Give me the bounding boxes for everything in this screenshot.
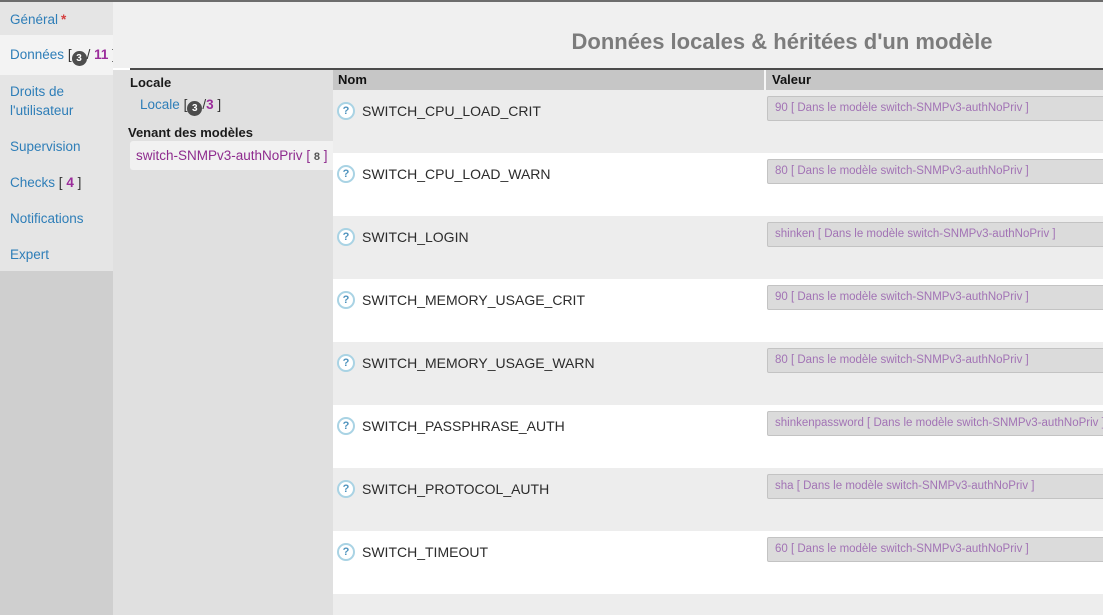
bracket-open: [ (68, 47, 72, 62)
bracket-open: [ (59, 175, 63, 190)
variable-name: SWITCH_MEMORY_USAGE_WARN (362, 355, 595, 371)
next-row-clipped (333, 594, 1103, 615)
help-icon[interactable]: ? (337, 102, 355, 120)
sidebar-item-label: Droits de l'utilisateur (10, 84, 73, 118)
variable-name: SWITCH_PASSPHRASE_AUTH (362, 418, 565, 434)
variable-name: SWITCH_PROTOCOL_AUTH (362, 481, 549, 497)
help-icon[interactable]: ? (337, 480, 355, 498)
variable-name: SWITCH_MEMORY_USAGE_CRIT (362, 292, 585, 308)
variable-name: SWITCH_CPU_LOAD_CRIT (362, 103, 541, 119)
total-count: 3 (206, 97, 214, 112)
total-count: 11 (94, 47, 108, 62)
slash: / (87, 47, 91, 62)
help-icon[interactable]: ? (337, 354, 355, 372)
variable-value-field[interactable]: shinkenpassword [ Dans le modèle switch-… (767, 411, 1103, 436)
column-header-nom: Nom (333, 70, 764, 90)
config-screen: Général* Données [3/ 11 ] Droits de l'ut… (0, 0, 1103, 615)
bracket-close: ] (324, 148, 328, 163)
variable-name: SWITCH_CPU_LOAD_WARN (362, 166, 551, 182)
variable-value-field[interactable]: 80 [ Dans le modèle switch-SNMPv3-authNo… (767, 348, 1103, 373)
variable-name: SWITCH_TIMEOUT (362, 544, 488, 560)
model-count: 8 (314, 151, 320, 163)
count-badge: 3 (187, 101, 202, 116)
variable-value-field[interactable]: shinken [ Dans le modèle switch-SNMPv3-a… (767, 222, 1103, 247)
table-row: ? SWITCH_TIMEOUT 60 [ Dans le modèle switc… (333, 531, 1103, 594)
required-asterisk: * (61, 12, 66, 27)
model-label: switch-SNMPv3-authNoPriv (136, 148, 303, 163)
table-row: ? SWITCH_MEMORY_USAGE_WARN 80 [ Dans le mo… (333, 342, 1103, 405)
count-badge: 3 (72, 51, 87, 66)
local-section-header: Locale (130, 75, 171, 90)
sidebar-item-label: Notifications (10, 211, 84, 226)
bracket-close: ] (78, 175, 82, 190)
table-row: ? SWITCH_LOGIN shinken [ Dans le modèle sw… (333, 216, 1103, 279)
column-header-valeur: Valeur (766, 70, 1103, 90)
bracket-close: ] (217, 97, 221, 112)
variable-name: SWITCH_LOGIN (362, 229, 469, 245)
total-count: 4 (66, 175, 74, 190)
local-link-label: Locale (140, 97, 180, 112)
sidebar-item-label: Données (10, 47, 64, 62)
sidebar-item-notifications[interactable]: Notifications (10, 209, 84, 228)
help-icon[interactable]: ? (337, 543, 355, 561)
data-table-rows: ? SWITCH_CPU_LOAD_CRIT 90 [ Dans le modèle… (333, 90, 1103, 594)
sidebar-bottom-filler (0, 271, 113, 615)
variable-value-field[interactable]: 60 [ Dans le modèle switch-SNMPv3-authNo… (767, 537, 1103, 562)
sidebar-item-supervision[interactable]: Supervision (10, 137, 81, 156)
help-icon[interactable]: ? (337, 228, 355, 246)
sidebar-item-label: Checks (10, 175, 55, 190)
table-row: ? SWITCH_CPU_LOAD_CRIT 90 [ Dans le modèle… (333, 90, 1103, 153)
table-row: ? SWITCH_PASSPHRASE_AUTH shinkenpassword [… (333, 405, 1103, 468)
page-title: Données locales & héritées d'un modèle (333, 29, 1103, 55)
table-row: ? SWITCH_CPU_LOAD_WARN 80 [ Dans le modèle… (333, 153, 1103, 216)
local-data-link[interactable]: Locale [3/3 ] (140, 97, 221, 116)
sidebar-item-droits[interactable]: Droits de l'utilisateur (10, 82, 105, 120)
models-section-header: Venant des modèles (128, 125, 253, 140)
sidebar-item-donnees[interactable]: Données [3/ 11 ] (10, 45, 116, 66)
sidebar-item-general[interactable]: Général* (10, 10, 66, 29)
variable-value-field[interactable]: 80 [ Dans le modèle switch-SNMPv3-authNo… (767, 159, 1103, 184)
sidebar-item-expert[interactable]: Expert (10, 245, 49, 264)
model-item-selected[interactable]: switch-SNMPv3-authNoPriv [ 8 ] (130, 141, 333, 170)
variable-value-field[interactable]: 90 [ Dans le modèle switch-SNMPv3-authNo… (767, 285, 1103, 310)
variables-table: Nom Valeur ? SWITCH_CPU_LOAD_CRIT 90 [ Dan… (333, 70, 1103, 615)
help-icon[interactable]: ? (337, 291, 355, 309)
help-icon[interactable]: ? (337, 165, 355, 183)
sidebar-item-label: Général (10, 12, 58, 27)
variable-value-field[interactable]: sha [ Dans le modèle switch-SNMPv3-authN… (767, 474, 1103, 499)
sidebar-tabs: Général* Données [3/ 11 ] Droits de l'ut… (0, 2, 113, 615)
sidebar-item-checks[interactable]: Checks [ 4 ] (10, 173, 81, 192)
table-header: Nom Valeur (333, 70, 1103, 90)
data-source-panel: Locale Locale [3/3 ] Venant des modèles … (113, 70, 333, 615)
table-row: ? SWITCH_PROTOCOL_AUTH sha [ Dans le modèl… (333, 468, 1103, 531)
help-icon[interactable]: ? (337, 417, 355, 435)
sidebar-item-label: Expert (10, 247, 49, 262)
variable-value-field[interactable]: 90 [ Dans le modèle switch-SNMPv3-authNo… (767, 96, 1103, 121)
title-band: Données locales & héritées d'un modèle (113, 2, 1103, 68)
sidebar-item-label: Supervision (10, 139, 81, 154)
table-row: ? SWITCH_MEMORY_USAGE_CRIT 90 [ Dans le mo… (333, 279, 1103, 342)
bracket-open: [ (306, 148, 310, 163)
